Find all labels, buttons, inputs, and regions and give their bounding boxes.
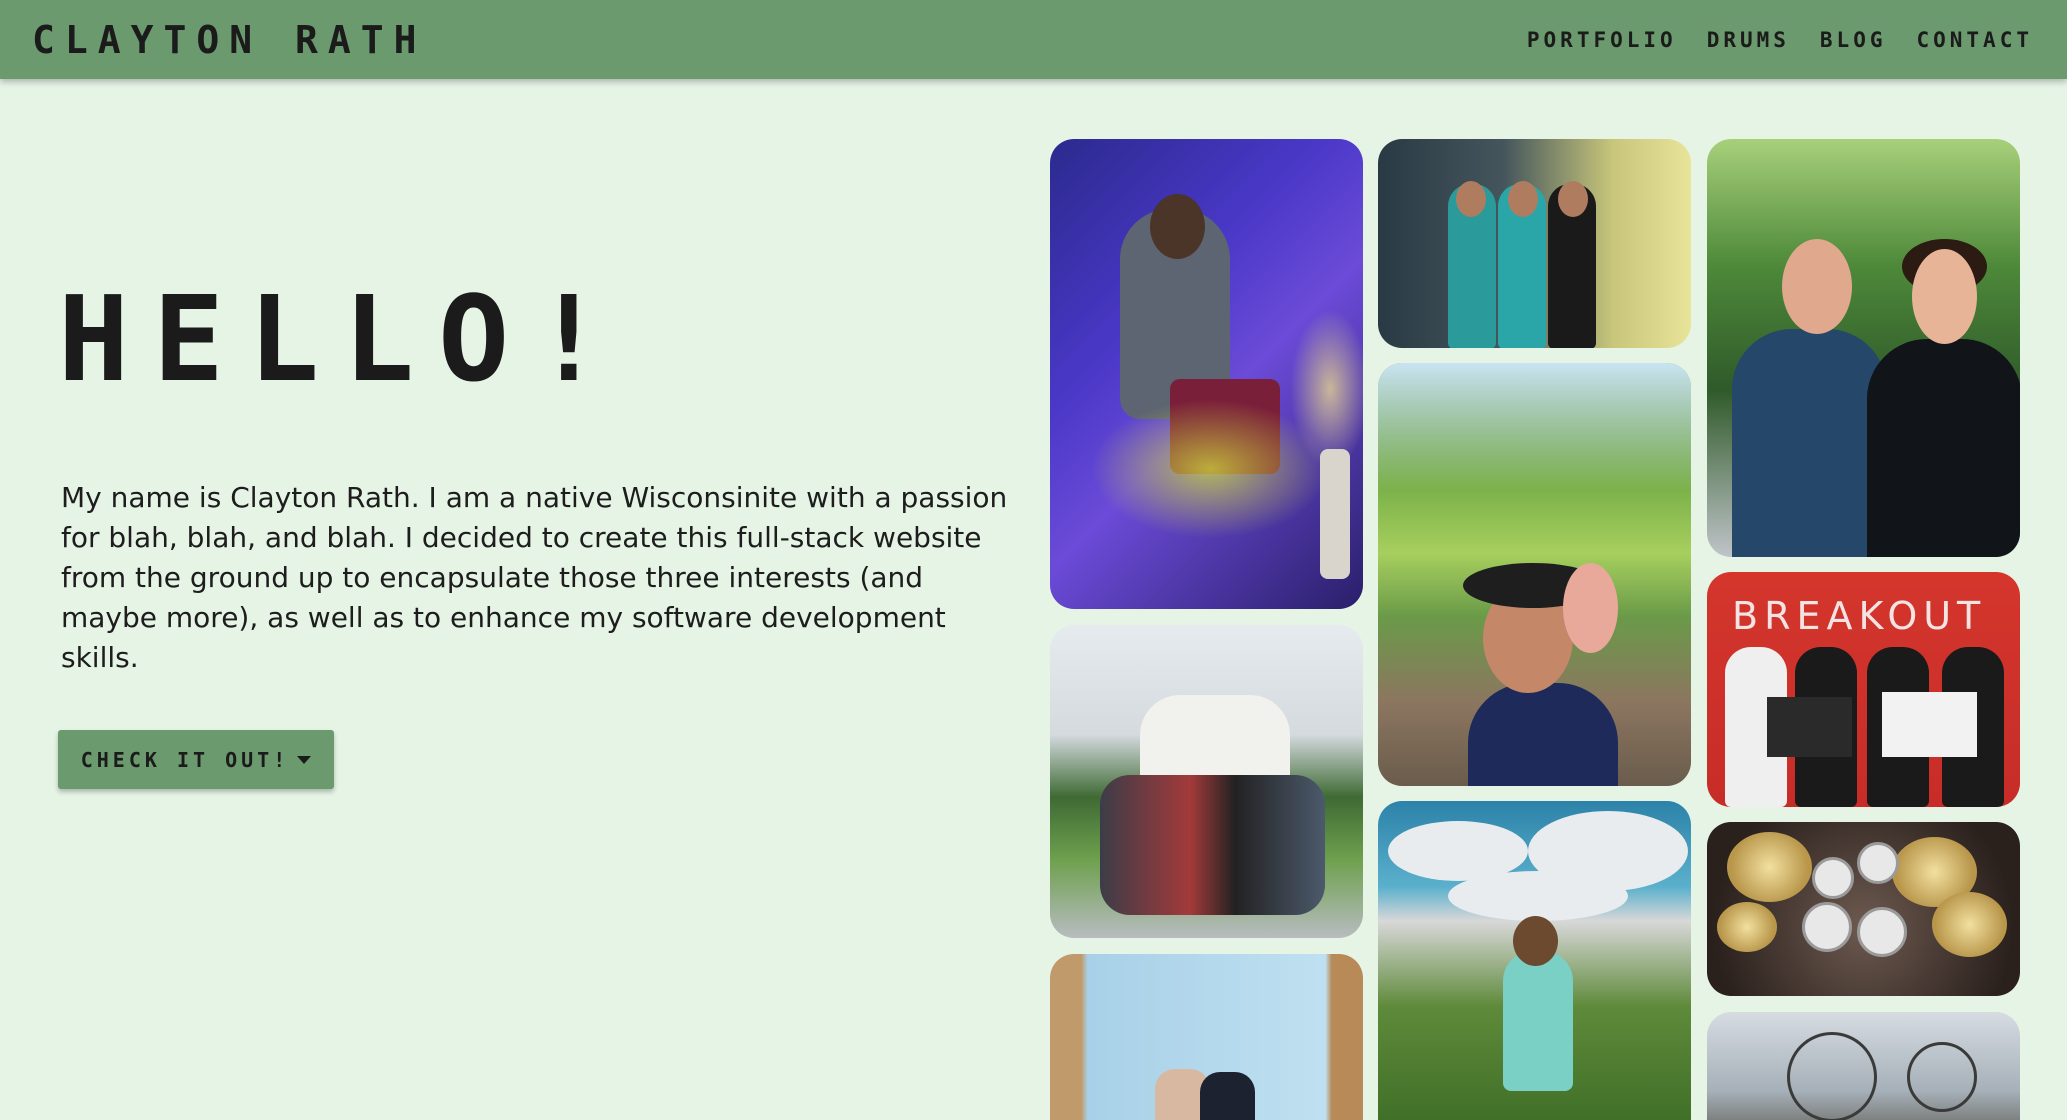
site-brand[interactable]: CLAYTON RATH: [32, 18, 427, 62]
nav-link-contact[interactable]: CONTACT: [1916, 28, 2033, 52]
photo-image: BREAKOUT: [1707, 572, 2020, 807]
gallery-photo-drum-kit[interactable]: [1707, 822, 2020, 996]
photo-image: [1050, 625, 1363, 938]
gallery-photo-canyon[interactable]: [1050, 954, 1363, 1120]
nav-link-blog[interactable]: BLOG: [1820, 28, 1887, 52]
breakout-sign-text: BREAKOUT: [1732, 594, 1987, 638]
photo-image: [1050, 139, 1363, 609]
nav-link-drums[interactable]: DRUMS: [1707, 28, 1790, 52]
gallery-photo-drummer[interactable]: [1050, 139, 1363, 609]
hero-title: HELLO!: [58, 270, 629, 408]
photo-image: [1707, 1012, 2020, 1120]
nav-link-portfolio[interactable]: PORTFOLIO: [1527, 28, 1677, 52]
gallery-photo-breakout[interactable]: BREAKOUT: [1707, 572, 2020, 807]
gallery-photo-mountain[interactable]: [1707, 1012, 2020, 1120]
nav-links: PORTFOLIO DRUMS BLOG CONTACT: [1527, 28, 2033, 52]
check-it-out-label: CHECK IT OUT!: [80, 747, 290, 772]
gallery-photo-arena[interactable]: [1378, 139, 1691, 348]
caret-down-icon: [297, 755, 312, 764]
photo-image: [1378, 801, 1691, 1120]
navbar: CLAYTON RATH PORTFOLIO DRUMS BLOG CONTAC…: [0, 0, 2067, 79]
photo-image: [1707, 822, 2020, 996]
photo-image: [1378, 139, 1691, 348]
photo-image: [1378, 363, 1691, 786]
check-it-out-button[interactable]: CHECK IT OUT!: [58, 730, 334, 789]
gallery-photo-campus-group[interactable]: [1050, 625, 1363, 938]
intro-paragraph: My name is Clayton Rath. I am a native W…: [61, 481, 1008, 674]
photo-image: [1050, 954, 1363, 1120]
gallery-photo-forest-selfie[interactable]: [1378, 363, 1691, 786]
gallery-photo-field[interactable]: [1378, 801, 1691, 1120]
gallery-photo-graduation[interactable]: [1707, 139, 2020, 557]
photo-image: [1707, 139, 2020, 557]
